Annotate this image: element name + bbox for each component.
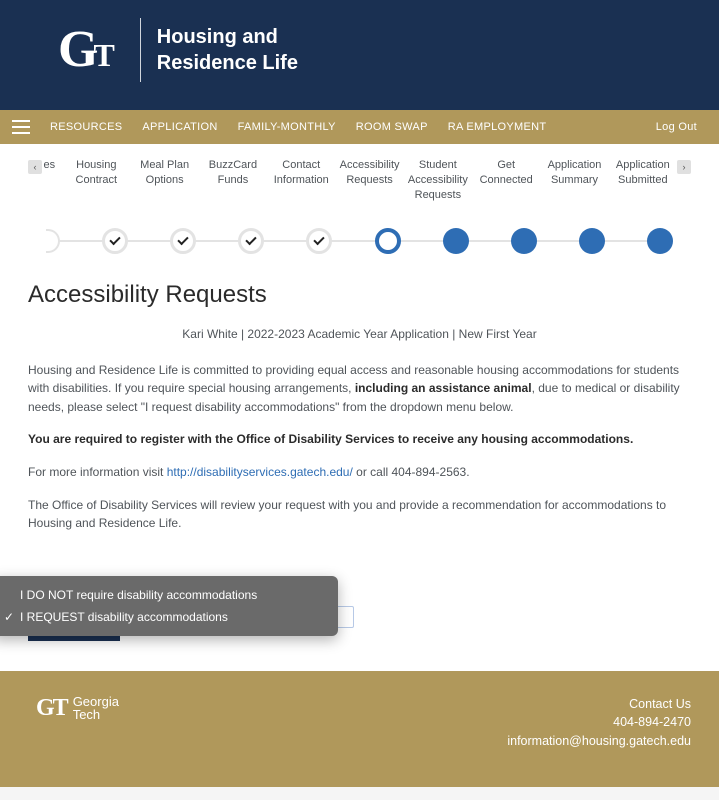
progress-node-done — [170, 228, 196, 254]
steps-scroll-left[interactable]: ‹ — [28, 160, 42, 174]
application-subhead: Kari White | 2022-2023 Academic Year App… — [28, 327, 691, 341]
step-get-connected[interactable]: Get Connected — [474, 158, 538, 203]
disability-services-link[interactable]: http://disabilityservices.gatech.edu/ — [167, 465, 353, 479]
footer-logo: GT Georgia Tech — [36, 695, 119, 722]
accommodation-dropdown[interactable]: I DO NOT require disability accommodatio… — [0, 576, 338, 636]
check-icon — [246, 233, 257, 244]
nav-room-swap[interactable]: ROOM SWAP — [346, 121, 438, 133]
check-icon — [178, 233, 189, 244]
header-divider — [140, 18, 141, 82]
more-info-paragraph: For more information visit http://disabi… — [28, 463, 691, 482]
progress-node-done — [238, 228, 264, 254]
nav-ra-employment[interactable]: RA EMPLOYMENT — [438, 121, 557, 133]
progress-node-future — [647, 228, 673, 254]
contact-us-label: Contact Us — [507, 695, 691, 714]
step-submitted[interactable]: Application Submitted — [611, 158, 675, 203]
page-content: ‹ › & es Housing Contract Meal Plan Opti… — [0, 144, 719, 671]
page-title: Accessibility Requests — [28, 281, 691, 309]
progress-node-future — [579, 228, 605, 254]
step-housing-contract[interactable]: Housing Contract — [64, 158, 128, 203]
dept-line-2: Residence Life — [157, 50, 298, 76]
dropdown-option-request[interactable]: I REQUEST disability accommodations — [0, 606, 338, 628]
steps-scroll-right[interactable]: › — [677, 160, 691, 174]
progress-node-future — [511, 228, 537, 254]
progress-start-icon — [46, 229, 60, 253]
nav-application[interactable]: APPLICATION — [132, 121, 227, 133]
ga-line-1: Georgia — [73, 695, 119, 709]
footer-contact: Contact Us 404-894-2470 information@hous… — [507, 695, 691, 751]
step-student-accessibility[interactable]: Student Accessibility Requests — [406, 158, 470, 203]
georgia-tech-label: Georgia Tech — [73, 695, 119, 722]
intro-text-strong: including an assistance animal — [355, 381, 532, 395]
contact-email: information@housing.gatech.edu — [507, 732, 691, 751]
gt-logo-small: GT — [36, 695, 67, 722]
step-contact-info[interactable]: Contact Information — [269, 158, 333, 203]
dept-line-1: Housing and — [157, 24, 298, 50]
register-required: You are required to register with the Of… — [28, 430, 691, 449]
check-icon — [314, 233, 325, 244]
progress-node-done — [306, 228, 332, 254]
gt-logo: GT — [58, 27, 110, 74]
site-header: GT Housing and Residence Life — [0, 0, 719, 110]
menu-icon[interactable] — [12, 120, 30, 134]
more-info-b: or call 404-894-2563. — [353, 465, 470, 479]
dropdown-option-none[interactable]: I DO NOT require disability accommodatio… — [0, 584, 338, 606]
ga-line-2: Tech — [73, 708, 119, 722]
wizard-steps: ‹ › & es Housing Contract Meal Plan Opti… — [28, 158, 691, 203]
progress-indicator — [36, 223, 683, 259]
check-icon — [109, 233, 120, 244]
step-meal-plan[interactable]: Meal Plan Options — [132, 158, 196, 203]
contact-phone: 404-894-2470 — [507, 713, 691, 732]
step-buzzcard[interactable]: BuzzCard Funds — [201, 158, 265, 203]
main-nav: RESOURCES APPLICATION FAMILY-MONTHLY ROO… — [0, 110, 719, 144]
progress-node-done — [102, 228, 128, 254]
department-title: Housing and Residence Life — [157, 24, 298, 76]
step-accessibility[interactable]: Accessibility Requests — [337, 158, 401, 203]
logout-link[interactable]: Log Out — [646, 121, 707, 133]
intro-paragraph: Housing and Residence Life is committed … — [28, 361, 691, 417]
step-summary[interactable]: Application Summary — [542, 158, 606, 203]
progress-node-future — [443, 228, 469, 254]
nav-family-monthly[interactable]: FAMILY-MONTHLY — [228, 121, 346, 133]
progress-node-current — [375, 228, 401, 254]
more-info-a: For more information visit — [28, 465, 167, 479]
review-paragraph: The Office of Disability Services will r… — [28, 496, 691, 533]
register-required-text: You are required to register with the Of… — [28, 432, 633, 446]
nav-resources[interactable]: RESOURCES — [40, 121, 132, 133]
site-footer: GT Georgia Tech Contact Us 404-894-2470 … — [0, 671, 719, 787]
